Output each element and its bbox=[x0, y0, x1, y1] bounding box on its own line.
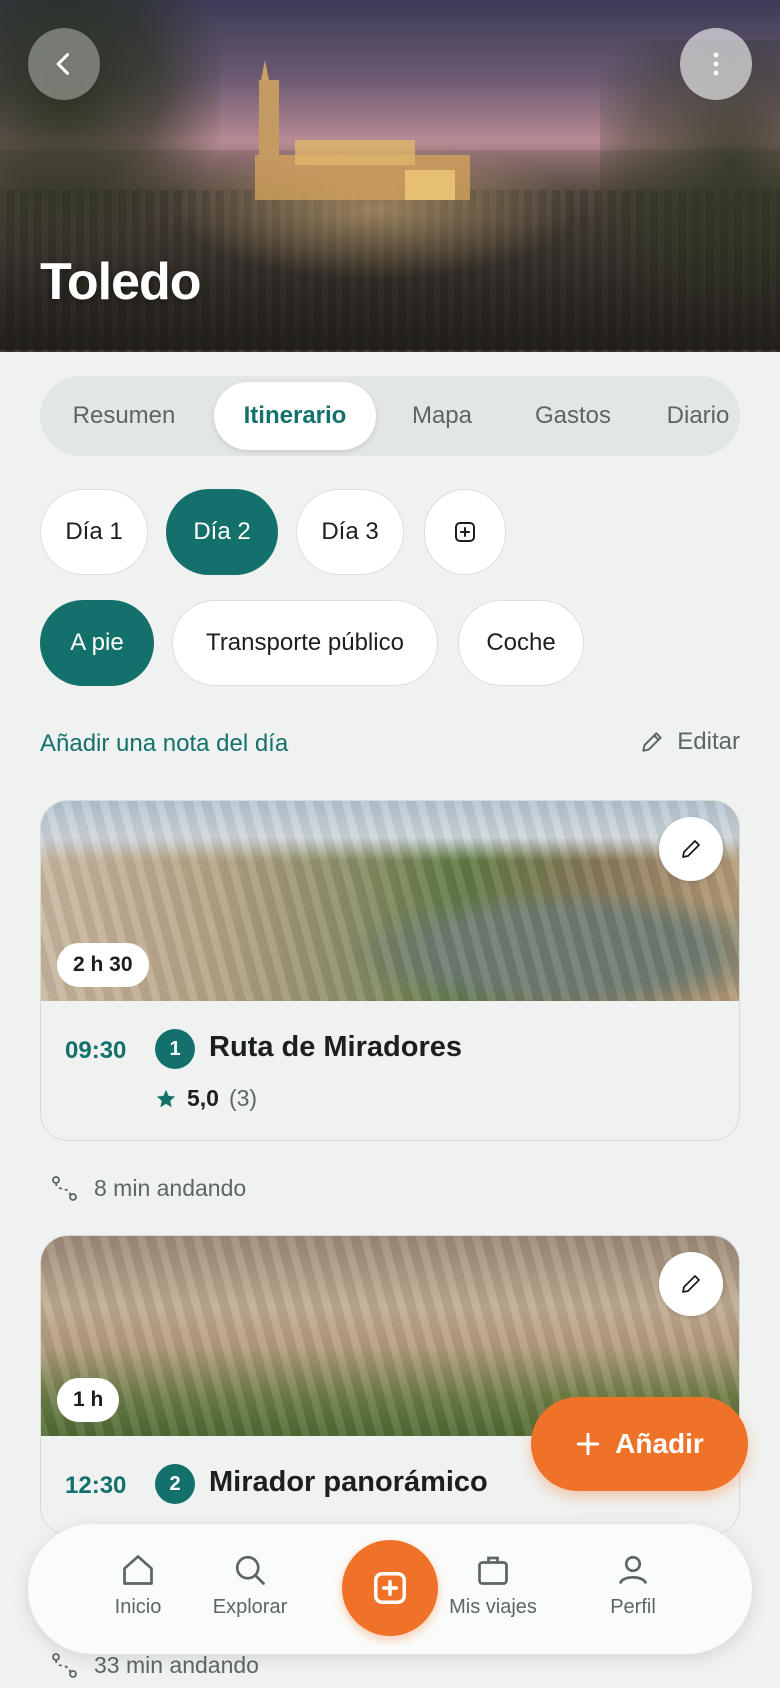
suitcase-icon bbox=[478, 1556, 508, 1585]
route-icon bbox=[52, 1175, 77, 1201]
stop-number-badge: 2 bbox=[155, 1464, 195, 1504]
section-tabs: Resumen Itinerario Mapa Gastos Diario bbox=[40, 376, 740, 456]
search-icon bbox=[235, 1555, 265, 1585]
pencil-icon bbox=[682, 840, 700, 858]
home-icon bbox=[123, 1555, 153, 1585]
hero-image: Toledo bbox=[0, 0, 780, 352]
more-vertical-icon bbox=[713, 52, 719, 76]
add-stop-label: Añadir bbox=[615, 1428, 704, 1459]
plus-square-icon bbox=[455, 522, 475, 542]
add-stop-button[interactable]: Añadir bbox=[531, 1397, 748, 1491]
stop-time: 09:30 bbox=[65, 1037, 127, 1064]
user-icon bbox=[618, 1555, 648, 1585]
nav-inicio[interactable]: Inicio bbox=[78, 1552, 198, 1619]
duration-badge: 2 h 30 bbox=[57, 943, 149, 987]
tab-gastos[interactable]: Gastos bbox=[518, 382, 628, 450]
add-day-note-link[interactable]: Añadir una nota del día bbox=[40, 730, 288, 758]
page-title: Toledo bbox=[40, 253, 202, 311]
cathedral-illustration bbox=[255, 60, 470, 200]
tab-resumen[interactable]: Resumen bbox=[54, 382, 194, 450]
more-options-button[interactable] bbox=[680, 28, 752, 100]
stop-rating: 5,0 (3) bbox=[155, 1085, 257, 1112]
transport-public[interactable]: Transporte público bbox=[172, 600, 438, 686]
stop-number-badge: 1 bbox=[155, 1029, 195, 1069]
back-button[interactable] bbox=[28, 28, 100, 100]
bottom-navigation: Inicio Explorar Mis viajes Perfil bbox=[28, 1524, 752, 1654]
edit-itinerary-button[interactable]: Editar bbox=[639, 728, 740, 756]
stop-time: 12:30 bbox=[65, 1472, 127, 1499]
transport-car[interactable]: Coche bbox=[458, 600, 584, 686]
day-chip-3[interactable]: Día 3 bbox=[296, 489, 404, 575]
day-chip-1[interactable]: Día 1 bbox=[40, 489, 148, 575]
plus-square-icon bbox=[374, 1572, 406, 1604]
tab-diario[interactable]: Diario bbox=[648, 382, 740, 450]
add-day-button[interactable] bbox=[424, 489, 506, 575]
nav-mis-viajes[interactable]: Mis viajes bbox=[433, 1552, 553, 1619]
transfer-info: 33 min andando bbox=[52, 1652, 259, 1679]
edit-stop-button[interactable] bbox=[659, 1252, 723, 1316]
stop-card[interactable]: 2 h 30 09:30 1 Ruta de Miradores 5,0 (3) bbox=[40, 800, 740, 1141]
pencil-icon bbox=[682, 1275, 700, 1293]
transport-walk[interactable]: A pie bbox=[40, 600, 154, 686]
edit-stop-button[interactable] bbox=[659, 817, 723, 881]
plus-icon bbox=[576, 1432, 600, 1456]
nav-perfil[interactable]: Perfil bbox=[573, 1552, 693, 1619]
nav-explorar[interactable]: Explorar bbox=[190, 1552, 310, 1619]
chevron-left-icon bbox=[56, 53, 70, 75]
stop-name: Mirador panorámico bbox=[209, 1466, 488, 1498]
edit-label: Editar bbox=[677, 728, 740, 755]
tab-mapa[interactable]: Mapa bbox=[392, 382, 492, 450]
pencil-icon bbox=[642, 732, 662, 752]
stop-name: Ruta de Miradores bbox=[209, 1031, 462, 1063]
rating-score: 5,0 bbox=[187, 1085, 219, 1111]
rating-count: (3) bbox=[228, 1085, 258, 1111]
day-chip-2[interactable]: Día 2 bbox=[166, 489, 278, 575]
tab-itinerario[interactable]: Itinerario bbox=[214, 382, 376, 450]
transfer-info: 8 min andando bbox=[52, 1175, 246, 1202]
route-icon bbox=[52, 1652, 77, 1678]
star-icon bbox=[156, 1089, 176, 1107]
create-trip-button[interactable] bbox=[342, 1540, 438, 1636]
duration-badge: 1 h bbox=[57, 1378, 120, 1422]
